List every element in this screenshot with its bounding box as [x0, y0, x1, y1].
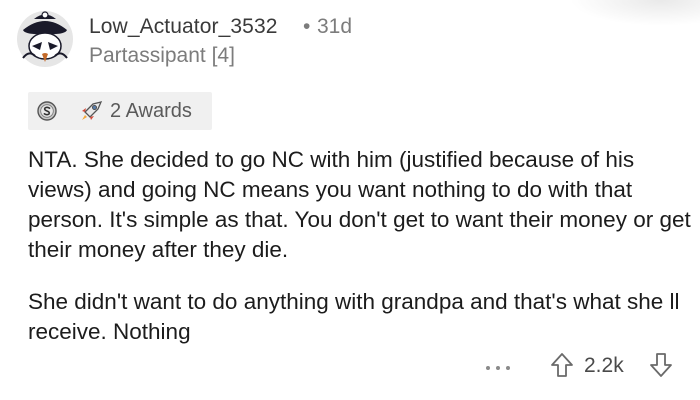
- dot: [506, 366, 510, 370]
- top-edge-shadow: [570, 0, 700, 26]
- comment-body: NTA. She decided to go NC with him (just…: [28, 145, 693, 347]
- upvote-arrow-icon[interactable]: [550, 352, 574, 378]
- more-options-icon[interactable]: [486, 360, 512, 374]
- comment-age[interactable]: 31d: [317, 15, 352, 39]
- awards-bar[interactable]: 2 Awards: [28, 92, 212, 130]
- meta-separator: •: [303, 15, 311, 38]
- awards-count: 2 Awards: [110, 100, 192, 122]
- comment-paragraph: She didn't want to do anything with gran…: [28, 289, 680, 344]
- vote-score: 2.2k: [584, 354, 624, 377]
- dot: [496, 366, 500, 370]
- username[interactable]: Low_Actuator_3532: [89, 15, 278, 39]
- downvote-arrow-icon[interactable]: [649, 352, 673, 378]
- rocket-award-icon: [82, 101, 103, 120]
- user-flair: Partassipant [4]: [89, 44, 235, 67]
- avatar[interactable]: [15, 8, 75, 68]
- silver-award-icon: [37, 101, 57, 121]
- comment-paragraph: NTA. She decided to go NC with him (just…: [28, 147, 691, 262]
- comment-card: Low_Actuator_3532 • 31d Partassipant [4]…: [0, 0, 700, 400]
- dot: [486, 366, 490, 370]
